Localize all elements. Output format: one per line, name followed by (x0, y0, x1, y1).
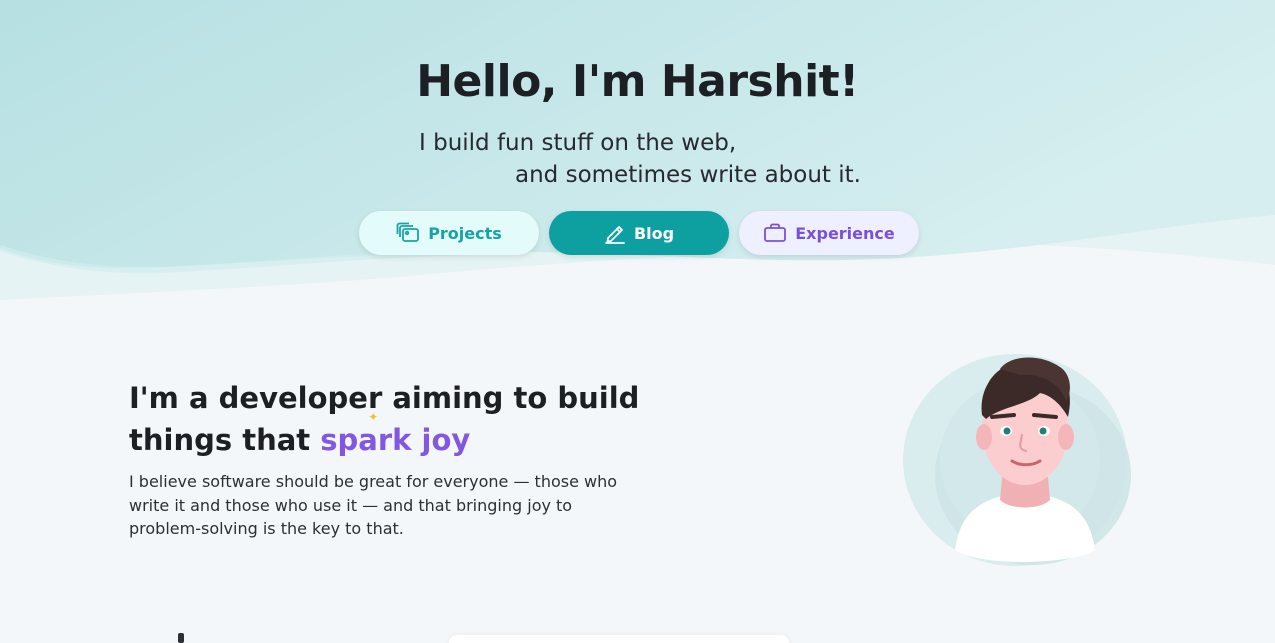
section-heading-fragment (178, 633, 184, 643)
main-nav: Projects Blog Experience (359, 211, 919, 255)
content-card (449, 635, 789, 643)
projects-button[interactable]: Projects (359, 211, 539, 255)
intro-heading-highlight: ✦ spark joy (320, 411, 471, 457)
pencil-icon (604, 222, 626, 244)
tagline-line-1: I build fun stuff on the web, (419, 130, 737, 156)
intro-heading: I'm a developer aiming to build things t… (129, 377, 689, 461)
blog-label: Blog (633, 223, 675, 243)
experience-label: Experience (795, 223, 895, 243)
gallery-icon (396, 222, 420, 244)
projects-label: Projects (428, 223, 502, 243)
sparkle-icon: ✦ (368, 410, 379, 424)
blog-button[interactable]: Blog (549, 211, 729, 255)
hero-section: Hello, I'm Harshit! I build fun stuff on… (0, 0, 1275, 310)
tagline-line-2: and sometimes write about it. (515, 162, 861, 188)
intro-body: I believe software should be great for e… (129, 472, 618, 538)
page-title: Hello, I'm Harshit! (416, 56, 859, 107)
experience-button[interactable]: Experience (739, 211, 919, 255)
briefcase-icon (763, 222, 787, 244)
avatar-illustration (903, 354, 1131, 566)
spark-joy-text: spark joy (320, 423, 471, 457)
